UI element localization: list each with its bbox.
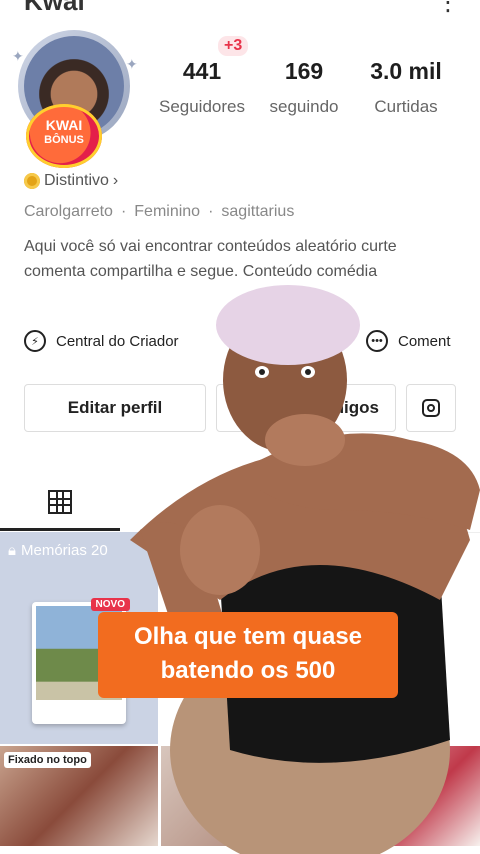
following-count: 169 xyxy=(284,58,324,84)
chevron-right-icon: › xyxy=(112,172,119,189)
grid-icon[interactable] xyxy=(48,490,72,514)
tab-underline xyxy=(0,528,120,531)
memories-label: Memórias 20 xyxy=(20,542,108,559)
memories-header: 🔒︎ Memórias 20 xyxy=(8,542,108,559)
lightning-icon: ⚡ xyxy=(24,330,46,352)
lock-icon: 🔒︎ xyxy=(8,542,16,559)
followers-label: Seguidores xyxy=(158,97,245,116)
likes-label: Curtidas xyxy=(374,97,438,116)
profile-meta: Carolgarreto · Feminino · sagittarius xyxy=(24,203,295,220)
sparkle-icon: ✦ xyxy=(126,56,138,72)
kwai-bonus-badge[interactable]: KWAI BÔNUS xyxy=(26,104,102,168)
zodiac: sagittarius xyxy=(221,203,295,220)
username: Carolgarreto xyxy=(24,203,113,220)
gender: Feminino xyxy=(134,203,201,220)
stat-likes[interactable]: 3.0 mil Curtidas xyxy=(360,58,452,117)
bonus-line1: KWAI xyxy=(45,117,83,133)
more-icon[interactable]: ⋮ xyxy=(436,0,460,17)
likes-count: 3.0 mil xyxy=(370,58,442,84)
pinned-badge: Fixado no topo xyxy=(4,752,91,768)
stat-followers[interactable]: 441 Seguidores xyxy=(156,58,248,117)
distintivo-label: Distintivo xyxy=(44,172,109,189)
app-title: Kwai xyxy=(24,0,85,16)
profile-bio: Aqui você só vai encontrar conteúdos ale… xyxy=(24,238,397,280)
video-caption: Olha que tem quase batendo os 500 xyxy=(98,612,398,698)
bonus-line2: BÔNUS xyxy=(44,134,84,146)
stat-following[interactable]: 169 seguindo xyxy=(262,58,346,117)
badge-icon xyxy=(24,173,40,189)
followers-count: 441 xyxy=(182,58,222,84)
sparkle-icon: ✦ xyxy=(12,48,24,64)
avatar[interactable]: ✦ ✦ KWAI BÔNUS xyxy=(12,26,140,168)
new-followers-badge: +3 xyxy=(218,36,249,56)
distintivo-link[interactable]: Distintivo › xyxy=(24,172,118,190)
video-overlay-person xyxy=(130,285,480,854)
following-label: seguindo xyxy=(269,97,339,116)
